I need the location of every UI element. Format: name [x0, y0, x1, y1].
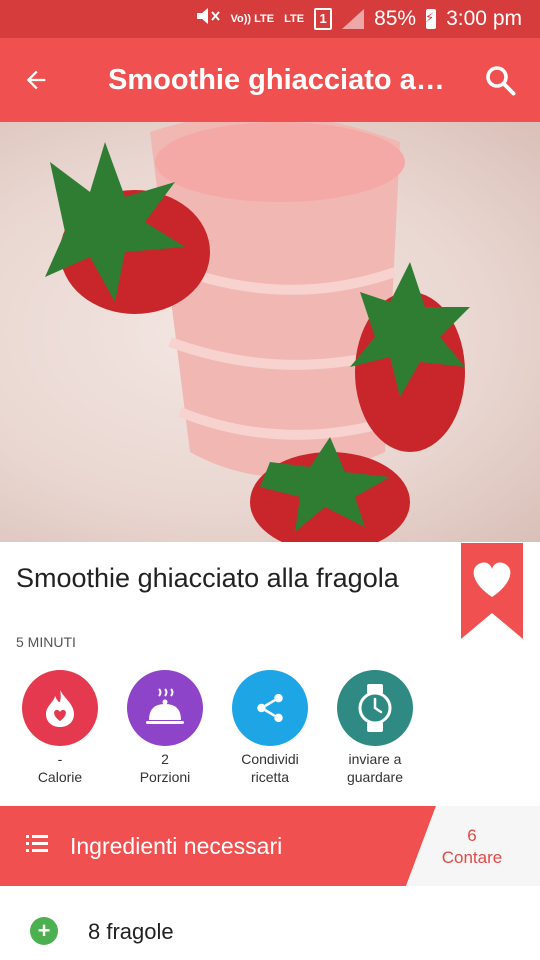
- calorie-label: Calorie: [37, 769, 83, 785]
- recipe-title: Smoothie ghiacciato alla fragola: [16, 563, 399, 593]
- share-label-line1: Condividi: [241, 751, 299, 767]
- favorite-bookmark[interactable]: [461, 543, 523, 639]
- calorie-action[interactable]: - Calorie: [7, 670, 113, 786]
- back-button[interactable]: [0, 38, 72, 122]
- servings-label: Porzioni: [139, 769, 191, 785]
- list-icon: [26, 834, 50, 859]
- watch-label-line1: inviare a: [348, 751, 402, 767]
- ingredients-header: Ingredienti necessari 6 Contare: [0, 806, 540, 886]
- battery-percent: 85%: [374, 7, 417, 30]
- battery-icon: [425, 9, 437, 29]
- recipe-photo: [0, 122, 540, 542]
- servings-value: 2: [161, 751, 169, 767]
- recipe-actions: - Calorie 2 Porzioni Condividi ricetta i…: [0, 670, 540, 790]
- page-title: Smoothie ghiacciato al…: [108, 63, 448, 96]
- lte-indicator: LTE: [284, 12, 305, 25]
- search-button[interactable]: [482, 62, 518, 98]
- cloche-icon: [127, 670, 203, 746]
- app-bar: Smoothie ghiacciato al…: [0, 38, 540, 122]
- signal-icon: [342, 9, 365, 29]
- watch-icon: [337, 670, 413, 746]
- share-action[interactable]: Condividi ricetta: [217, 670, 323, 786]
- add-icon[interactable]: +: [30, 917, 58, 945]
- calorie-value: -: [57, 751, 63, 767]
- share-icon: [232, 670, 308, 746]
- servings-action[interactable]: 2 Porzioni: [112, 670, 218, 786]
- search-icon: [486, 66, 516, 96]
- sim-icon: 1: [314, 8, 333, 30]
- share-label-line2: ricetta: [250, 769, 290, 785]
- mute-icon: [195, 7, 221, 31]
- arrow-back-icon: [26, 70, 46, 90]
- ingredients-title: Ingredienti necessari: [70, 833, 283, 859]
- volte-indicator: Vo)) LTE: [230, 12, 275, 25]
- list-item[interactable]: + 8 fragole: [0, 905, 540, 959]
- ingredient-text: 8 fragole: [88, 919, 174, 944]
- clock: 3:00 pm: [446, 7, 522, 30]
- ingredients-count-label: Contare: [441, 848, 503, 867]
- flame-heart-icon: [22, 670, 98, 746]
- watch-label-line2: guardare: [346, 769, 404, 785]
- ingredients-count: 6 Contare: [420, 825, 524, 869]
- prep-time: 5 MINUTI: [16, 634, 76, 650]
- ingredients-count-value: 6: [467, 826, 477, 845]
- status-bar: Vo)) LTE LTE 1 85% 3:00 pm: [0, 0, 540, 38]
- watch-action[interactable]: inviare a guardare: [322, 670, 428, 786]
